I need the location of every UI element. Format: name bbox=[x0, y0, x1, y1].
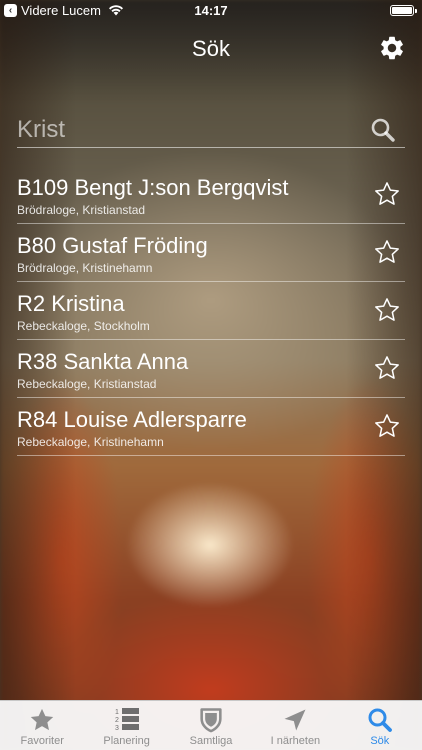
svg-text:2: 2 bbox=[115, 717, 119, 724]
settings-button[interactable] bbox=[378, 34, 406, 62]
tab-sok[interactable]: Sök bbox=[338, 701, 422, 750]
tab-label: Samtliga bbox=[189, 735, 233, 747]
results-list: B109 Bengt J:son Bergqvist Brödraloge, K… bbox=[17, 166, 405, 456]
list-item-subtitle: Rebeckaloge, Kristinehamn bbox=[17, 435, 164, 449]
list-item[interactable]: R38 Sankta Anna Rebeckaloge, Kristiansta… bbox=[17, 340, 405, 398]
list-item-subtitle: Brödraloge, Kristianstad bbox=[17, 203, 146, 217]
favorite-button[interactable] bbox=[373, 412, 401, 440]
tab-i-narheten[interactable]: I närheten bbox=[253, 701, 337, 750]
star-outline-icon bbox=[375, 414, 399, 437]
status-bar: ‹ Videre Lucem 14:17 bbox=[0, 0, 422, 22]
list-item-subtitle: Rebeckaloge, Stockholm bbox=[17, 319, 150, 333]
tab-label: Planering bbox=[103, 735, 150, 747]
list-item-title: R2 Kristina bbox=[17, 291, 125, 316]
location-arrow-icon bbox=[284, 709, 306, 731]
star-outline-icon bbox=[375, 182, 399, 205]
list-item[interactable]: B109 Bengt J:son Bergqvist Brödraloge, K… bbox=[17, 166, 405, 224]
shield-icon bbox=[200, 708, 222, 733]
star-outline-icon bbox=[375, 240, 399, 263]
list-item-title: R84 Louise Adlersparre bbox=[17, 407, 247, 432]
tab-bar: Favoriter 1 2 3 Planering Samtliga I när… bbox=[0, 700, 422, 750]
favorite-button[interactable] bbox=[373, 296, 401, 324]
status-time: 14:17 bbox=[194, 3, 228, 18]
tab-favoriter[interactable]: Favoriter bbox=[0, 701, 84, 750]
page-title: Sök bbox=[192, 36, 230, 61]
list-item-subtitle: Brödraloge, Kristinehamn bbox=[17, 261, 153, 275]
star-outline-icon bbox=[375, 298, 399, 321]
svg-text:3: 3 bbox=[115, 725, 119, 732]
list-item-subtitle: Rebeckaloge, Kristianstad bbox=[17, 377, 157, 391]
search-icon bbox=[368, 708, 392, 732]
tab-label: Sök bbox=[370, 735, 390, 747]
favorite-button[interactable] bbox=[373, 238, 401, 266]
tab-samtliga[interactable]: Samtliga bbox=[169, 701, 253, 750]
tab-planering[interactable]: 1 2 3 Planering bbox=[84, 701, 168, 750]
search-icon bbox=[371, 118, 395, 142]
search-field bbox=[17, 110, 405, 148]
battery-icon bbox=[390, 5, 417, 16]
gear-icon bbox=[381, 36, 403, 60]
star-icon bbox=[31, 708, 54, 731]
svg-text:1: 1 bbox=[115, 709, 119, 716]
list-item[interactable]: R84 Louise Adlersparre Rebeckaloge, Kris… bbox=[17, 398, 405, 456]
favorite-button[interactable] bbox=[373, 354, 401, 382]
star-outline-icon bbox=[375, 356, 399, 379]
list-item-title: B109 Bengt J:son Bergqvist bbox=[17, 175, 289, 200]
numbered-list-icon: 1 2 3 bbox=[115, 708, 139, 732]
list-item[interactable]: B80 Gustaf Fröding Brödraloge, Kristineh… bbox=[17, 224, 405, 282]
tab-label: Favoriter bbox=[20, 735, 64, 747]
tab-label: I närheten bbox=[270, 735, 321, 747]
search-input[interactable] bbox=[17, 114, 357, 146]
list-item[interactable]: R2 Kristina Rebeckaloge, Stockholm bbox=[17, 282, 405, 340]
list-item-title: B80 Gustaf Fröding bbox=[17, 233, 208, 258]
list-item-title: R38 Sankta Anna bbox=[17, 349, 189, 374]
search-button[interactable] bbox=[369, 116, 397, 144]
favorite-button[interactable] bbox=[373, 180, 401, 208]
